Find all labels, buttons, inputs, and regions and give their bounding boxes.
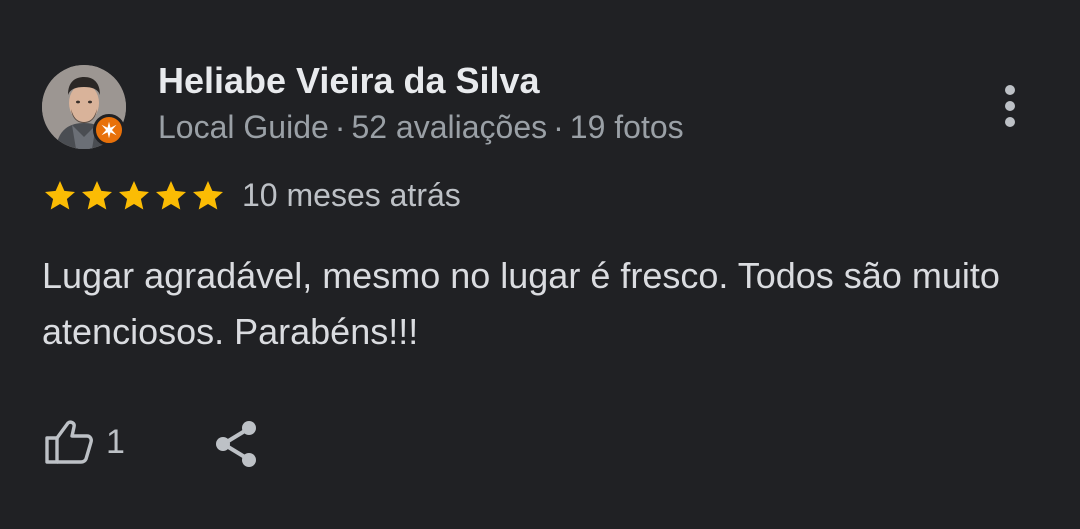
- share-button[interactable]: [214, 420, 260, 473]
- more-dot: [1005, 101, 1015, 111]
- star-rating: [42, 178, 226, 214]
- more-dot: [1005, 117, 1015, 127]
- share-icon: [216, 421, 256, 467]
- local-guide-star-icon: [101, 121, 117, 139]
- star-icon: [45, 181, 75, 210]
- meta-separator: ·: [553, 109, 564, 145]
- review-date: 10 meses atrás: [242, 177, 461, 213]
- review-card: Heliabe Vieira da Silva Local Guide · 52 a…: [0, 0, 1080, 529]
- reviewer-review-count: 52 avaliações: [351, 109, 548, 145]
- thumb-up-icon: [45, 420, 93, 464]
- more-vert-icon[interactable]: [990, 80, 1030, 132]
- reviewer-name[interactable]: Heliabe Vieira da Silva: [158, 60, 540, 102]
- reviewer-meta: Local Guide · 52 avaliações · 19 fotos: [158, 108, 684, 146]
- review-text: Lugar agradável, mesmo no lugar é fresco…: [42, 255, 1000, 352]
- like-button[interactable]: 1: [44, 419, 125, 465]
- more-dot: [1005, 85, 1015, 95]
- meta-separator: ·: [334, 109, 346, 145]
- star-icon: [193, 181, 223, 210]
- reviewer-role: Local Guide: [158, 109, 329, 145]
- local-guide-badge: [93, 114, 125, 146]
- like-count: 1: [106, 423, 125, 461]
- star-icon: [119, 181, 149, 210]
- reviewer-photo-count: 19 fotos: [569, 109, 684, 145]
- star-icon: [156, 181, 186, 210]
- star-icon: [82, 181, 112, 210]
